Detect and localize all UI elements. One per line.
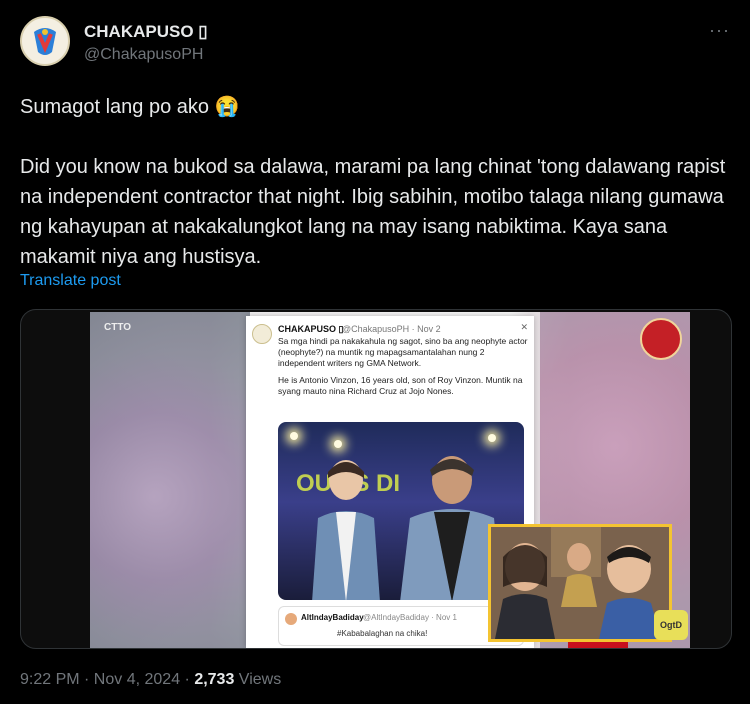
verified-badge-icon: ▯ [198,22,208,41]
ctto-label: CTTO [104,322,132,333]
card-avatar [252,324,272,344]
card-text-1: Sa mga hindi pa nakakahula ng sagot, sin… [278,336,528,368]
author-handle[interactable]: @ChakapusoPH [84,46,203,64]
hosts-inset-video [488,524,672,642]
quoted-text: #Kababalaghan na chika! [337,629,428,638]
views-label: Views [234,671,282,688]
show-logo-badge-icon [640,318,682,360]
post-paragraph-1: Sumagot lang po ako 😭 [20,96,240,118]
author-avatar[interactable] [20,16,70,66]
blurred-background-left [90,312,250,648]
post-paragraph-2: Did you know na bukod sa dalawa, marami … [20,156,726,268]
stage-light [290,432,298,440]
ogtd-logo: OgtD [654,610,688,640]
quoted-avatar [285,613,297,625]
quoted-author-handle: @AltIndayBadiday · Nov 1 [363,613,457,622]
card-text-2: He is Antonio Vinzon, 16 years old, son … [278,375,523,396]
stage-light [488,434,496,442]
card-close-icon: ✕ [520,322,528,332]
post-timestamp[interactable]: 9:22 PM · Nov 4, 2024 · [20,671,194,688]
video-frame[interactable]: CTTO CHAKAPUSO ▯ @ChakapusoPH · Nov 2 ✕ … [90,312,690,648]
more-options-icon[interactable]: ··· [709,20,730,41]
quoted-author-name: AltIndayBadiday [301,613,364,622]
post-header: CHAKAPUSO ▯ @ChakapusoPH ··· [20,16,730,72]
hosts-figures [491,527,669,639]
views-count: 2,733 [194,671,235,688]
card-author-name: CHAKAPUSO ▯ [278,324,344,334]
post-media[interactable]: CTTO CHAKAPUSO ▯ @ChakapusoPH · Nov 2 ✕ … [20,309,732,649]
young-man-figure [312,460,380,600]
chakapuso-logo-icon [24,20,66,62]
author-name-text[interactable]: CHAKAPUSO [84,22,194,41]
card-author-handle: @ChakapusoPH · Nov 2 [342,324,441,334]
post-text: Sumagot lang po ako 😭 Did you know na bu… [20,92,732,302]
card-text: Sa mga hindi pa nakakahula ng sagot, sin… [278,336,528,403]
post-footer: 9:22 PM · Nov 4, 2024 · 2,733 Views [20,671,281,689]
author-name[interactable]: CHAKAPUSO ▯ [84,22,208,42]
stage-light [334,440,342,448]
translate-post-link[interactable]: Translate post [20,272,121,290]
